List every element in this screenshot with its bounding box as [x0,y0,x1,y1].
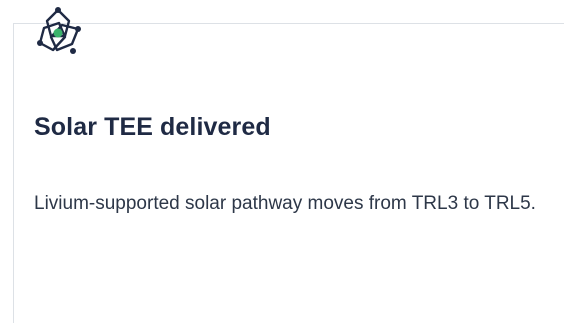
card-description: Livium-supported solar pathway moves fro… [34,193,536,214]
card-title: Solar TEE delivered [34,113,271,141]
atom-orbit-icon [31,6,85,60]
news-card [13,23,564,323]
